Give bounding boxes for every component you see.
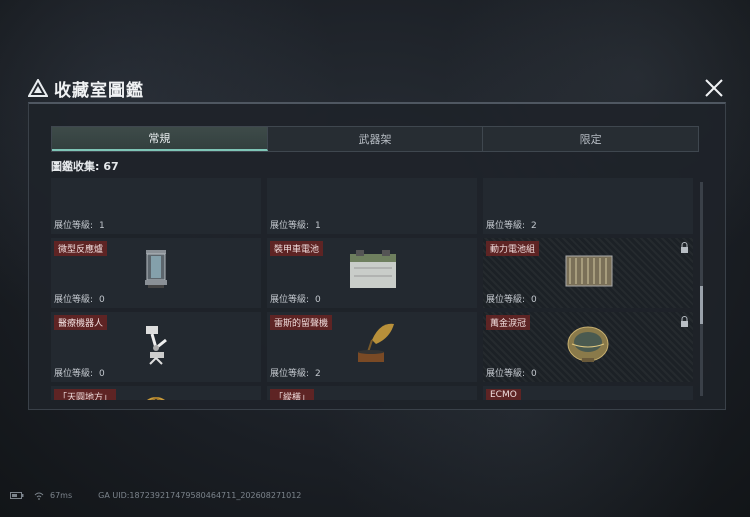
collection-card[interactable]: 展位等級: 1: [51, 178, 261, 234]
card-level: 展位等級: 2: [270, 366, 321, 379]
collection-card[interactable]: 雷斯的留聲機展位等級: 2: [267, 312, 477, 382]
collection-card[interactable]: 「天圓地方」: [51, 386, 261, 400]
armillary-icon: [147, 397, 165, 400]
robot-arm-icon: [146, 326, 167, 365]
tab-bar: 常規 武器架 限定: [51, 126, 699, 152]
card-level-value: 2: [315, 369, 321, 379]
collection-card[interactable]: 動力電池組展位等級: 0: [483, 238, 693, 308]
card-level-value: 0: [531, 369, 537, 379]
card-level: 展位等級: 0: [486, 366, 537, 379]
item-grid-viewport[interactable]: 展位等級: 1 展位等級: 1 展位等級: 2 微型反應爐 展位等級: 0 裝甲車電池 展位等級: 0…: [51, 178, 699, 400]
lock-icon: [681, 242, 688, 253]
card-level-value: 0: [315, 295, 321, 305]
card-level: 展位等級: 2: [486, 218, 537, 231]
lock-icon: [681, 316, 688, 327]
collection-card[interactable]: 展位等級: 2: [483, 178, 693, 234]
uid-text: GA UID:18723921747958046471​1_2026082710…: [98, 491, 302, 500]
page-title: 收藏室圖鑑: [54, 80, 144, 101]
collection-card[interactable]: 「縱橫」: [267, 386, 477, 400]
card-level: 展位等級: 0: [486, 292, 537, 305]
tab-limited[interactable]: 限定: [483, 127, 699, 151]
reactor-icon: [145, 250, 167, 288]
card-name-label: 「天圓地方」: [54, 389, 117, 400]
card-level: 展位等級: 0: [54, 366, 105, 379]
card-level-label: 展位等級:: [486, 295, 526, 305]
collection-count: 圖鑑收集: 67: [51, 158, 119, 174]
close-button[interactable]: [702, 76, 726, 100]
collection-value: 67: [103, 160, 119, 173]
collection-card[interactable]: 裝甲車電池展位等級: 0: [267, 238, 477, 308]
card-level-value: 0: [531, 295, 537, 305]
card-level-value: 2: [531, 221, 537, 231]
card-level-value: 1: [315, 221, 321, 231]
logo-icon: [28, 79, 48, 97]
card-level-value: 0: [99, 369, 105, 379]
card-level-label: 展位等級:: [270, 295, 310, 305]
chessboard-icon: [342, 392, 402, 400]
card-name-label: 雷斯的留聲機: [270, 315, 333, 330]
crown-egg-icon: [567, 326, 609, 362]
collection-card[interactable]: 微型反應爐展位等級: 0: [51, 238, 261, 308]
card-level-label: 展位等級:: [270, 221, 310, 231]
ecmo-icon: [558, 392, 618, 400]
card-name-label: 萬金淚冠: [486, 315, 531, 330]
card-level-label: 展位等級:: [54, 221, 94, 231]
scrollbar[interactable]: [700, 182, 703, 396]
battery-status-icon: [10, 492, 24, 499]
ping-text: 67ms: [50, 491, 73, 500]
card-level-label: 展位等級:: [54, 369, 94, 379]
gramophone-icon: [358, 323, 394, 362]
battery-icon: [350, 250, 396, 288]
card-level-label: 展位等級:: [486, 221, 526, 231]
card-level: 展位等級: 1: [270, 218, 321, 231]
tab-regular[interactable]: 常規: [52, 127, 268, 151]
card-level: 展位等級: 1: [54, 218, 105, 231]
collection-card[interactable]: ECMO: [483, 386, 693, 400]
tab-weapon-rack[interactable]: 武器架: [267, 127, 484, 151]
wifi-icon: [34, 492, 44, 500]
card-name-label: 裝甲車電池: [270, 241, 324, 256]
battery-pack-icon: [565, 255, 613, 287]
card-level-label: 展位等級:: [270, 369, 310, 379]
title-bar: 收藏室圖鑑: [28, 74, 726, 102]
card-name-label: 微型反應爐: [54, 241, 108, 256]
collection-panel: 常規 武器架 限定 圖鑑收集: 67 展位等級: 1 展位等級: 1 展位等級: 2 微型反應…: [28, 102, 726, 410]
status-bar: 67ms GA UID:18723921747958046471​1_20260…: [10, 491, 301, 500]
item-grid: 展位等級: 1 展位等級: 1 展位等級: 2 微型反應爐 展位等級: 0 裝甲車電池 展位等級: 0…: [51, 178, 696, 400]
card-name-label: 動力電池組: [486, 241, 540, 256]
scrollbar-thumb[interactable]: [700, 286, 703, 324]
collection-card[interactable]: 萬金淚冠展位等級: 0: [483, 312, 693, 382]
card-level: 展位等級: 0: [54, 292, 105, 305]
card-level-label: 展位等級:: [486, 369, 526, 379]
collection-label: 圖鑑收集:: [51, 160, 100, 173]
card-name-label: 醫療機器人: [54, 315, 108, 330]
card-name-label: ECMO: [486, 389, 521, 400]
collection-card[interactable]: 展位等級: 1: [267, 178, 477, 234]
card-level-value: 0: [99, 295, 105, 305]
collection-card[interactable]: 醫療機器人展位等級: 0: [51, 312, 261, 382]
card-level: 展位等級: 0: [270, 292, 321, 305]
card-level-label: 展位等級:: [54, 295, 94, 305]
card-name-label: 「縱橫」: [270, 389, 315, 400]
card-level-value: 1: [99, 221, 105, 231]
